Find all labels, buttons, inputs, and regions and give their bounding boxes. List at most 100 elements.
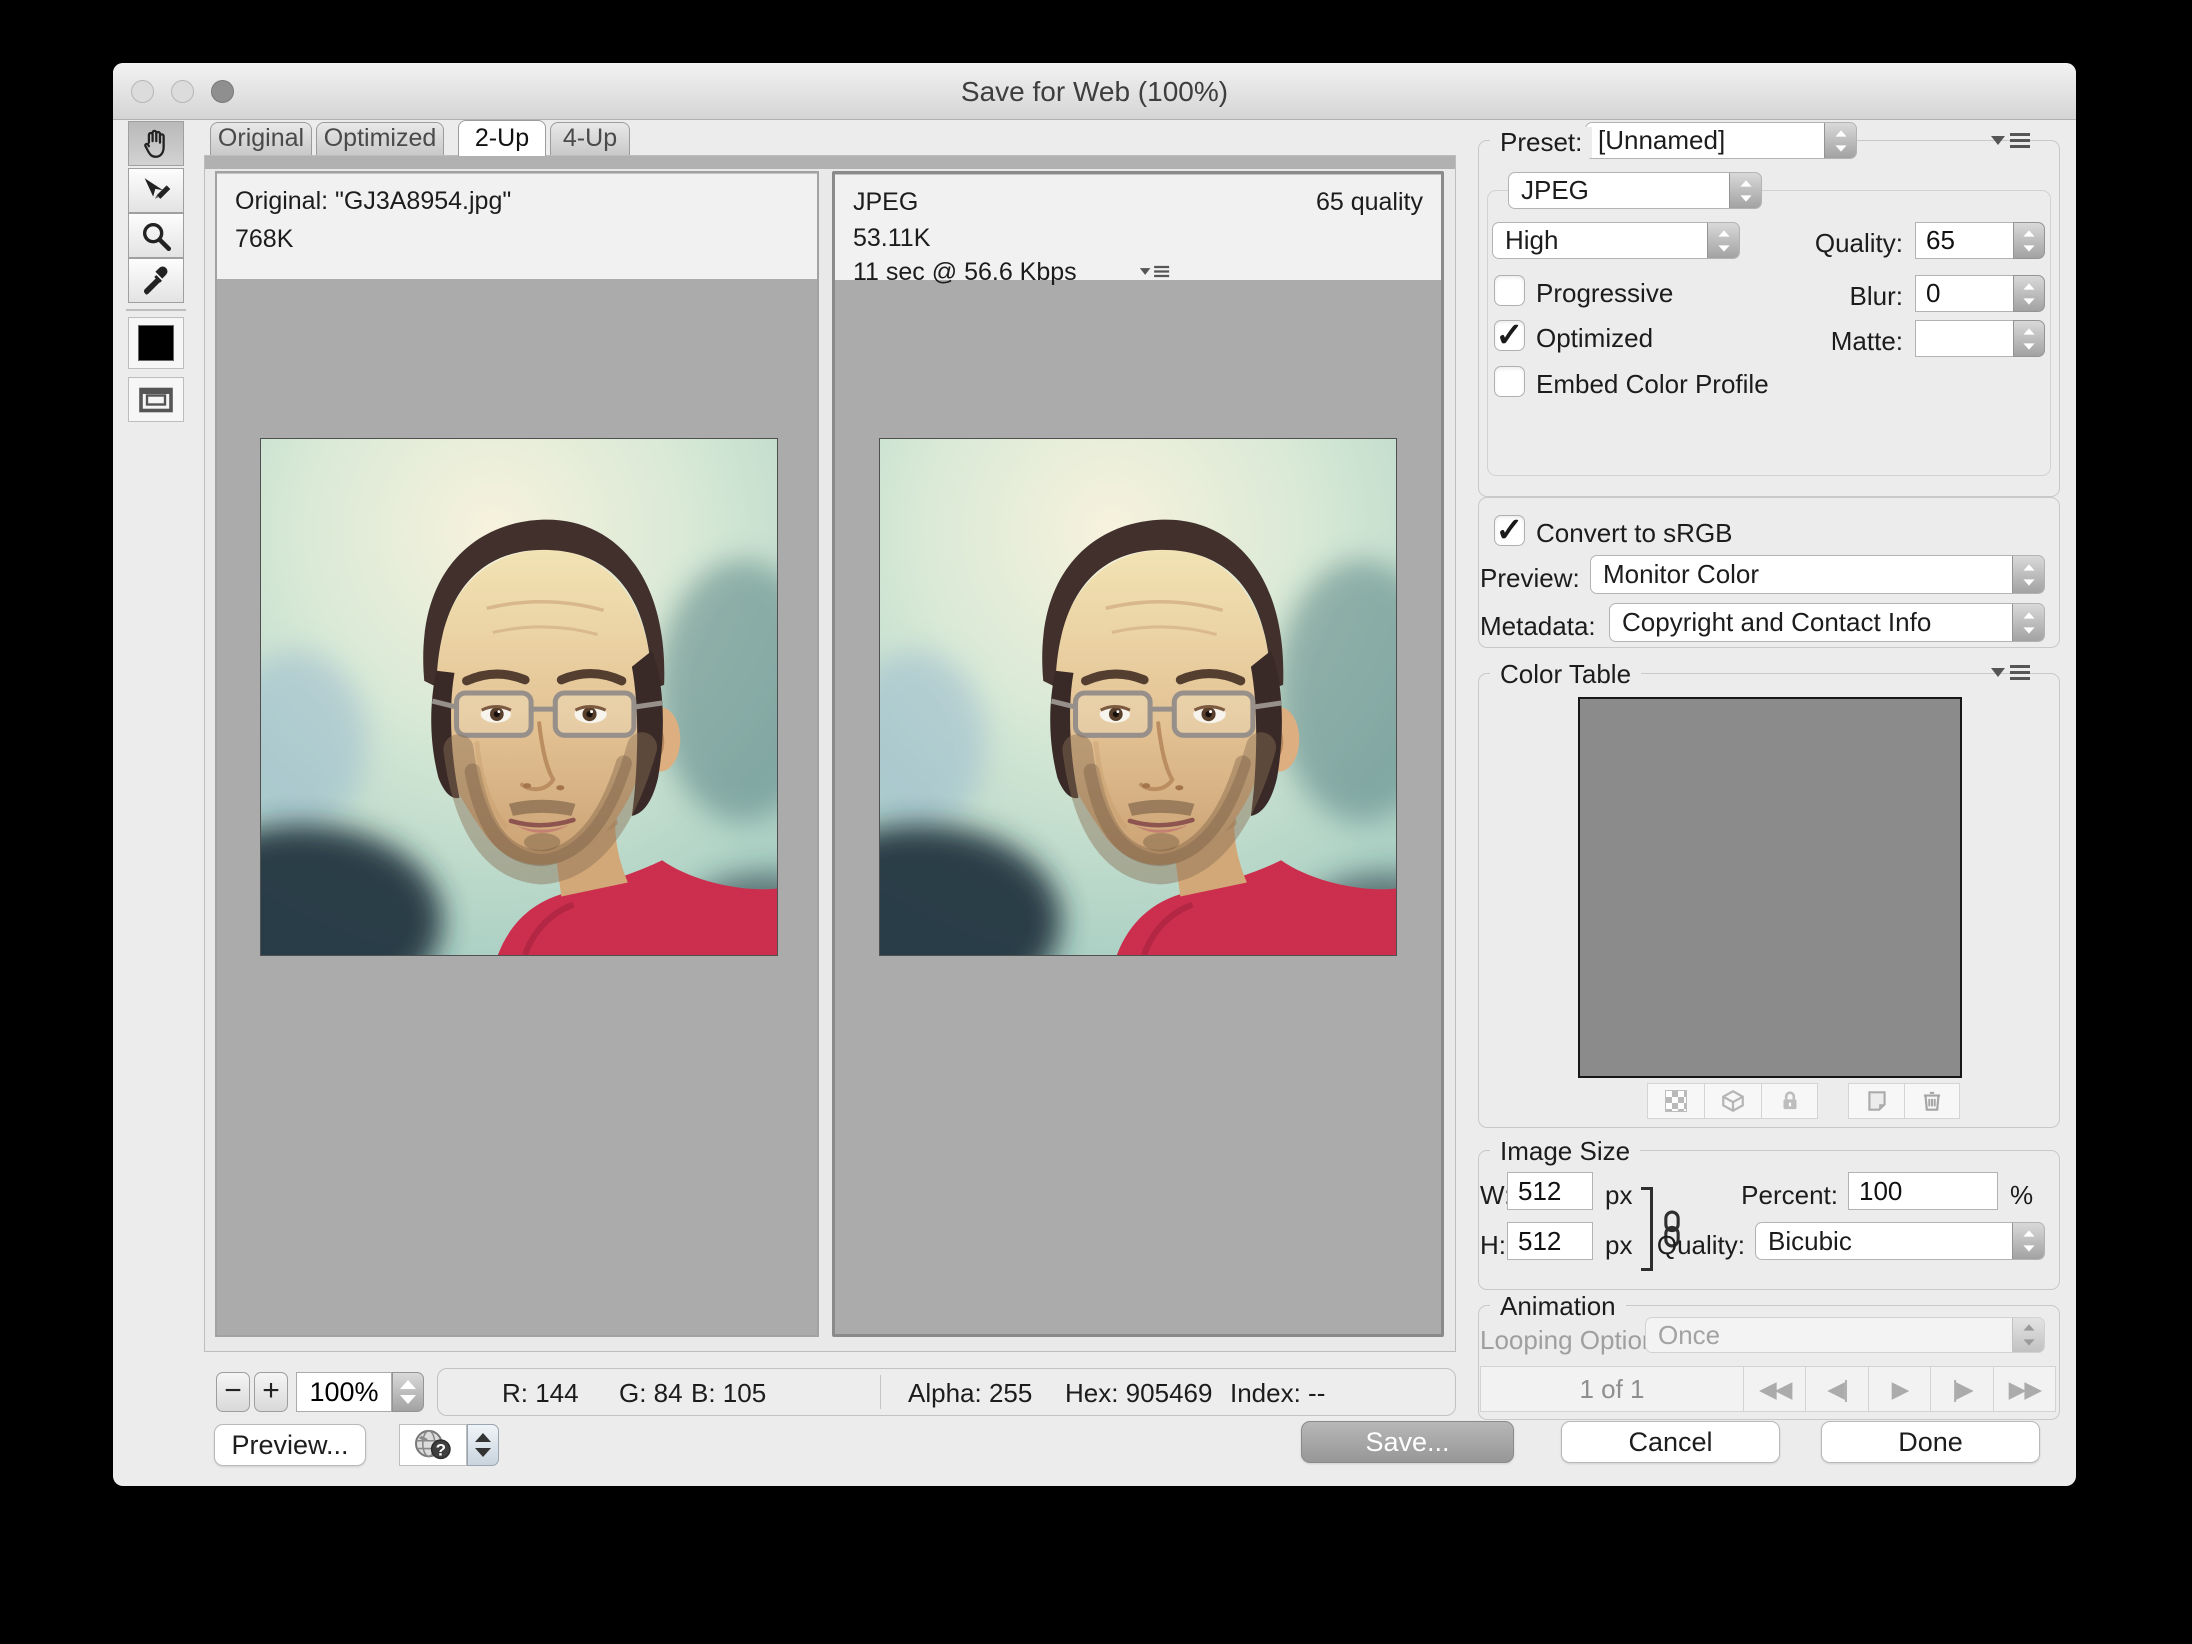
width-field[interactable] xyxy=(1507,1172,1593,1210)
eyedropper-tool-button[interactable] xyxy=(128,258,184,303)
save-button[interactable]: Save... xyxy=(1301,1421,1514,1463)
embed-color-profile-checkbox[interactable] xyxy=(1494,366,1525,397)
compression-dropdown[interactable]: High xyxy=(1492,222,1740,259)
lock-color-button[interactable] xyxy=(1761,1083,1818,1119)
blur-field[interactable] xyxy=(1915,275,2014,312)
optimized-pane[interactable]: JPEG 65 quality 53.11K 11 sec @ 56.6 Kbp… xyxy=(832,171,1444,1337)
height-field[interactable] xyxy=(1507,1222,1593,1260)
original-filesize: 768K xyxy=(235,225,293,254)
zoom-window-button[interactable] xyxy=(211,80,234,103)
new-swatch-icon xyxy=(1864,1088,1890,1114)
preset-value: [Unnamed] xyxy=(1598,125,1725,156)
zoom-tool-button[interactable] xyxy=(128,213,184,258)
preset-dropdown[interactable]: [Unnamed] xyxy=(1585,122,1857,159)
preset-label: Preset: xyxy=(1490,127,1592,158)
optimize-panel-menu-button[interactable] xyxy=(1991,133,2030,148)
window-title: Save for Web (100%) xyxy=(113,63,2076,120)
menu-lines-icon xyxy=(1154,266,1169,277)
new-color-button[interactable] xyxy=(1848,1083,1904,1119)
check-icon: ✓ xyxy=(1496,511,1524,548)
last-frame-button[interactable]: ▶▶ xyxy=(1993,1367,2055,1411)
color-table-title: Color Table xyxy=(1490,659,1641,690)
original-photo xyxy=(260,438,778,956)
quality-field[interactable] xyxy=(1915,222,2014,259)
dropdown-stepper-icon xyxy=(1729,172,1762,209)
progressive-checkbox[interactable] xyxy=(1494,275,1525,306)
map-transparency-button[interactable] xyxy=(1647,1083,1704,1119)
next-frame-button[interactable]: |▶ xyxy=(1930,1367,1992,1411)
readout-alpha: Alpha: 255 xyxy=(908,1378,1032,1409)
trash-icon xyxy=(1919,1088,1945,1114)
optimized-checkbox[interactable]: ✓ xyxy=(1494,320,1525,351)
zoom-in-button[interactable]: + xyxy=(254,1372,288,1412)
browser-globe-icon: ? xyxy=(411,1428,455,1462)
preview-in-browser-button[interactable]: Preview... xyxy=(214,1424,366,1466)
play-button[interactable]: ▶ xyxy=(1868,1367,1930,1411)
eyedropper-icon xyxy=(139,264,173,298)
animation-title: Animation xyxy=(1490,1291,1626,1322)
optimized-quality: 65 quality xyxy=(1316,188,1423,217)
format-dropdown[interactable]: JPEG xyxy=(1508,172,1762,209)
color-table-swatches[interactable] xyxy=(1578,697,1962,1078)
tab-4up[interactable]: 4-Up xyxy=(550,122,630,155)
format-value: JPEG xyxy=(1521,175,1589,206)
minus-icon: − xyxy=(224,1374,242,1407)
done-button-label: Done xyxy=(1898,1427,1963,1457)
next-frame-icon: |▶ xyxy=(1952,1376,1972,1402)
eyedropper-color-well[interactable] xyxy=(128,317,184,369)
compression-value: High xyxy=(1505,225,1558,256)
close-button[interactable] xyxy=(131,80,154,103)
resample-quality-value: Bicubic xyxy=(1768,1226,1852,1257)
delete-color-button[interactable] xyxy=(1904,1083,1960,1119)
cancel-button[interactable]: Cancel xyxy=(1561,1421,1780,1463)
matte-stepper[interactable] xyxy=(2013,320,2045,357)
browser-select-button[interactable]: ? xyxy=(399,1424,467,1466)
hand-icon xyxy=(139,127,173,161)
optimized-photo xyxy=(879,438,1397,956)
quality-label: Quality: xyxy=(1743,228,1903,259)
optimized-format: JPEG xyxy=(853,188,918,217)
metadata-value: Copyright and Contact Info xyxy=(1622,607,1931,638)
preview-mode-value: Monitor Color xyxy=(1603,559,1759,590)
convert-srgb-label: Convert to sRGB xyxy=(1536,518,1733,549)
tab-optimized[interactable]: Optimized xyxy=(316,122,444,155)
tab-2up-label: 2-Up xyxy=(475,124,529,152)
width-unit: px xyxy=(1605,1180,1632,1211)
plus-icon: + xyxy=(262,1374,280,1407)
height-unit: px xyxy=(1605,1230,1632,1261)
first-frame-button[interactable]: ◀◀ xyxy=(1743,1367,1805,1411)
preview-button-label: Preview... xyxy=(231,1430,348,1460)
percent-unit: % xyxy=(2010,1180,2033,1211)
dropdown-stepper-icon xyxy=(2012,603,2045,642)
blur-stepper[interactable] xyxy=(2013,275,2045,312)
color-table-menu-button[interactable] xyxy=(1991,665,2030,680)
done-button[interactable]: Done xyxy=(1821,1421,2040,1463)
percent-field[interactable] xyxy=(1848,1172,1998,1210)
hand-tool-button[interactable] xyxy=(128,121,184,166)
download-speed-menu[interactable] xyxy=(1140,266,1169,277)
browser-select-stepper[interactable] xyxy=(467,1424,499,1466)
looping-options-dropdown[interactable]: Once xyxy=(1645,1317,2045,1353)
menu-lines-icon xyxy=(2010,665,2030,680)
preview-mode-dropdown[interactable]: Monitor Color xyxy=(1590,555,2045,594)
preview-area-top-edge xyxy=(205,156,1455,169)
stepper-up-icon xyxy=(400,1380,416,1389)
matte-field[interactable] xyxy=(1915,320,2014,357)
resample-quality-dropdown[interactable]: Bicubic xyxy=(1755,1222,2045,1260)
tab-original[interactable]: Original xyxy=(210,122,312,155)
metadata-dropdown[interactable]: Copyright and Contact Info xyxy=(1609,603,2045,642)
zoom-level-field[interactable] xyxy=(296,1372,392,1412)
original-pane[interactable]: Original: "GJ3A8954.jpg" 768K xyxy=(215,171,819,1337)
quality-stepper[interactable] xyxy=(2013,222,2045,259)
zoom-out-button[interactable]: − xyxy=(216,1372,250,1412)
tab-2up[interactable]: 2-Up xyxy=(458,120,546,156)
minimize-button[interactable] xyxy=(171,80,194,103)
slice-select-tool-button[interactable] xyxy=(128,168,184,213)
convert-srgb-checkbox[interactable]: ✓ xyxy=(1494,515,1525,546)
web-shift-button[interactable] xyxy=(1704,1083,1761,1119)
save-button-label: Save... xyxy=(1365,1427,1449,1457)
metadata-label: Metadata: xyxy=(1480,611,1596,642)
toggle-slices-visibility-button[interactable] xyxy=(128,377,184,422)
zoom-level-stepper[interactable] xyxy=(392,1372,424,1412)
previous-frame-button[interactable]: ◀| xyxy=(1805,1367,1867,1411)
